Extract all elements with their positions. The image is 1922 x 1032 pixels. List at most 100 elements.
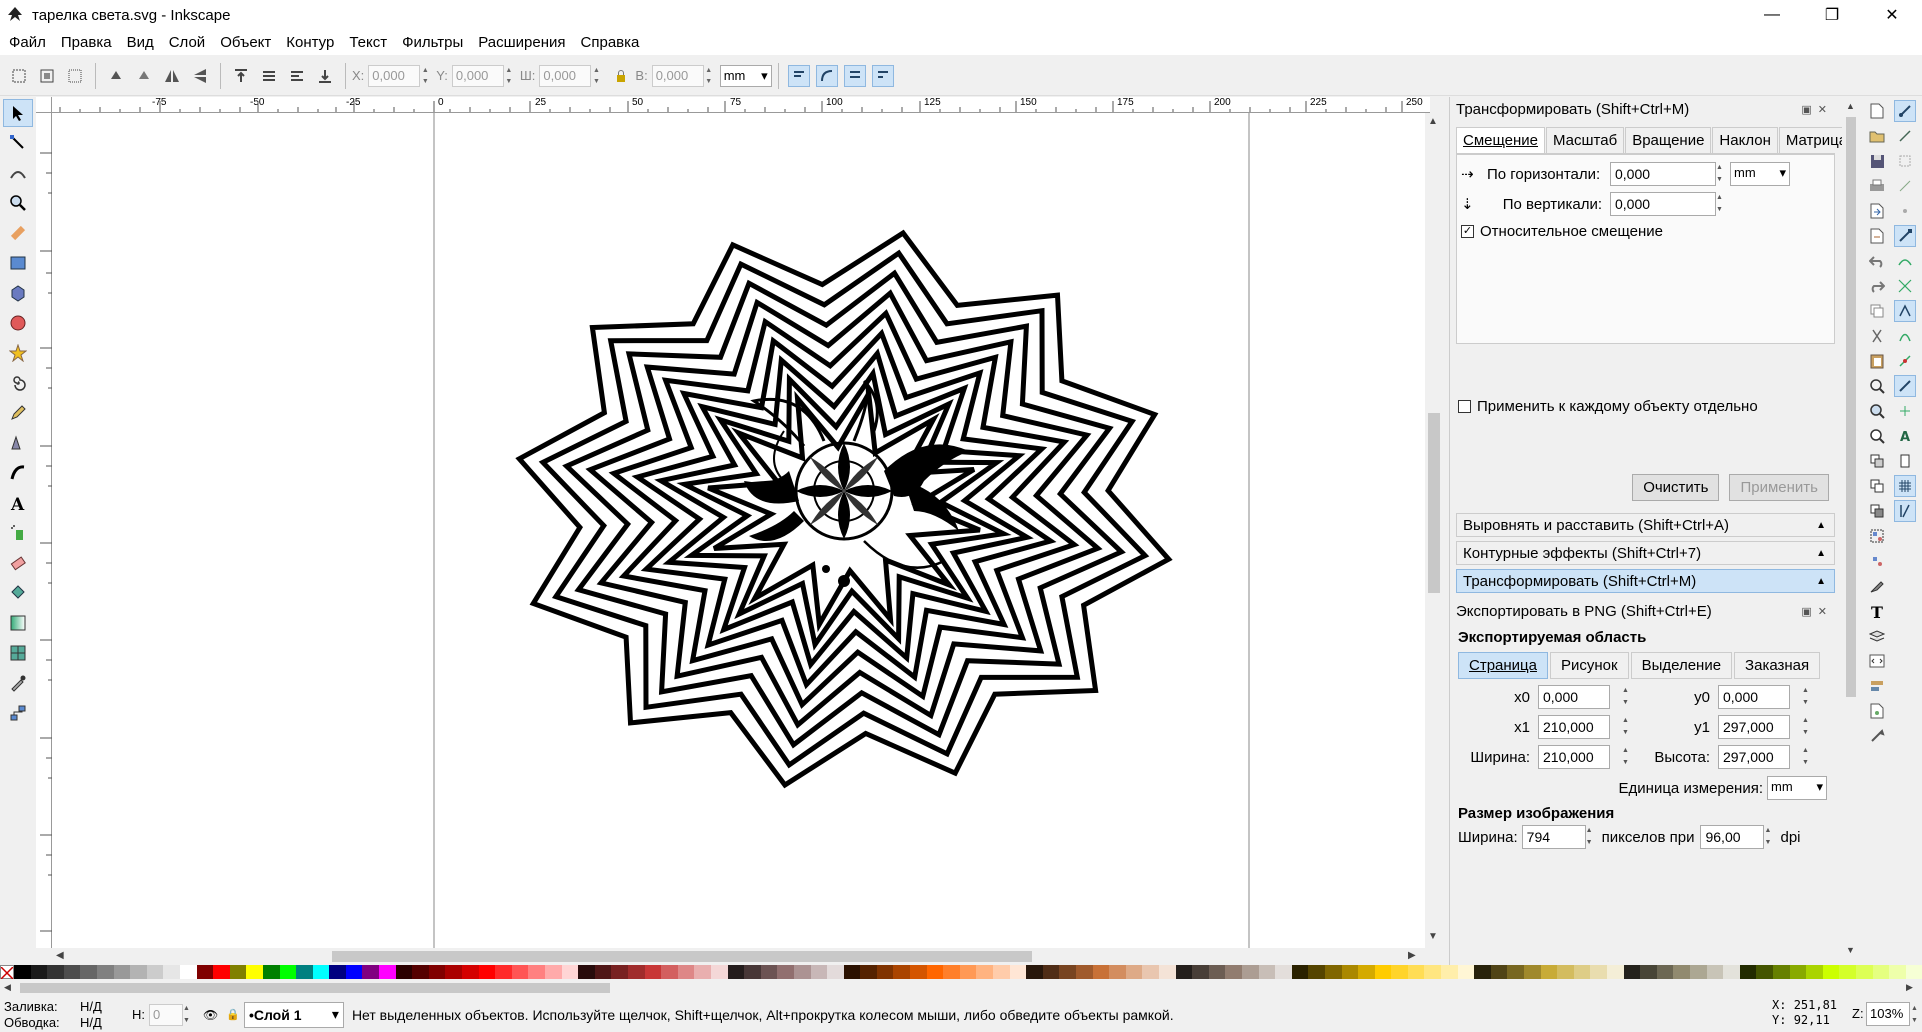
rotate-cw-icon[interactable] [133, 65, 155, 87]
unit-select[interactable]: mm ▾ [719, 64, 772, 87]
eraser-tool-icon[interactable] [3, 549, 33, 577]
color-swatch[interactable] [1142, 965, 1159, 979]
dock-scroll-thumb[interactable] [1846, 117, 1856, 697]
menu-object[interactable]: Объект [211, 34, 277, 51]
color-swatch[interactable] [943, 965, 960, 979]
color-swatch[interactable] [1125, 965, 1143, 979]
color-swatch[interactable] [1739, 965, 1757, 979]
gradient-tool-icon[interactable] [3, 609, 33, 637]
horizontal-input[interactable]: 0,000 [1610, 162, 1716, 186]
raise-to-top-icon[interactable] [230, 65, 252, 87]
color-swatch[interactable] [229, 965, 247, 979]
opacity-input[interactable]: 0 [149, 1003, 183, 1026]
snap-midpoints-icon[interactable] [1894, 350, 1916, 372]
open-icon[interactable] [1866, 125, 1888, 147]
clear-button[interactable]: Очистить [1632, 474, 1720, 501]
color-swatch[interactable] [1059, 965, 1076, 979]
tab-scale[interactable]: Масштаб [1546, 127, 1625, 153]
color-swatch[interactable] [1175, 965, 1193, 979]
color-swatch[interactable] [1358, 965, 1375, 979]
zoom-tool-icon[interactable] [3, 189, 33, 217]
color-swatch[interactable] [1557, 965, 1574, 979]
snap-grid-icon[interactable] [1894, 475, 1916, 497]
color-swatch[interactable] [876, 965, 894, 979]
vertical-scrollbar[interactable]: ▲ ▼ [1425, 113, 1443, 948]
color-swatch[interactable] [1208, 965, 1226, 979]
color-swatch[interactable] [1806, 965, 1823, 979]
color-swatch[interactable] [528, 965, 545, 979]
lock-icon[interactable] [610, 65, 632, 87]
color-swatch[interactable] [462, 965, 479, 979]
save-icon[interactable] [1866, 150, 1888, 172]
color-swatch[interactable] [113, 965, 131, 979]
minimize-button[interactable]: — [1742, 0, 1802, 30]
duplicate-icon[interactable] [1866, 450, 1888, 472]
vertical-stepper[interactable]: ▲ ▼ [1716, 192, 1726, 216]
color-swatch[interactable] [1490, 965, 1508, 979]
color-swatch[interactable] [777, 965, 794, 979]
spiral-tool-icon[interactable] [3, 369, 33, 397]
new-document-icon[interactable] [1866, 100, 1888, 122]
panel-controls-icon[interactable]: ▣✕ [1801, 103, 1833, 116]
color-swatch[interactable] [827, 965, 844, 979]
color-swatch[interactable] [1474, 965, 1491, 979]
pen-tool-icon[interactable] [3, 429, 33, 457]
export-width-input[interactable]: 210,000 [1538, 745, 1610, 769]
color-swatch[interactable] [1723, 965, 1740, 979]
color-swatch[interactable] [296, 965, 313, 979]
color-swatch[interactable] [345, 965, 363, 979]
scroll-up-icon[interactable]: ▲ [1428, 116, 1438, 127]
color-swatch[interactable] [96, 965, 114, 979]
import-icon[interactable] [1866, 200, 1888, 222]
pencil-tool-icon[interactable] [3, 399, 33, 427]
cut-icon[interactable] [1866, 325, 1888, 347]
color-swatch[interactable] [993, 965, 1010, 979]
x0-input[interactable]: 0,000 [1538, 685, 1610, 709]
color-swatch[interactable] [1009, 965, 1027, 979]
selector-tool-icon[interactable] [3, 99, 33, 127]
star-tool-icon[interactable] [3, 339, 33, 367]
dropper-tool-icon[interactable] [3, 669, 33, 697]
group-icon[interactable] [1866, 525, 1888, 547]
menu-help[interactable]: Справка [572, 34, 646, 51]
vertical-ruler[interactable] [36, 113, 52, 948]
deselect-icon[interactable] [64, 65, 86, 87]
color-swatch[interactable] [80, 965, 97, 979]
color-swatch[interactable] [30, 965, 48, 979]
color-swatch[interactable] [1258, 965, 1276, 979]
relative-move-checkbox[interactable]: ✓ [1461, 224, 1474, 238]
color-swatch[interactable] [644, 965, 662, 979]
color-swatch[interactable] [1839, 965, 1856, 979]
snap-bbox-corner-icon[interactable] [1894, 175, 1916, 197]
zoom-input[interactable]: 103% [1866, 1002, 1910, 1026]
color-swatch[interactable] [1225, 965, 1242, 979]
color-swatch[interactable] [710, 965, 728, 979]
horizontal-ruler[interactable]: -75 -50 -25 0 25 50 75 100 125 150 175 2… [40, 97, 1430, 113]
color-swatch[interactable] [1640, 965, 1657, 979]
unlink-clone-icon[interactable] [1866, 500, 1888, 522]
color-swatch[interactable] [1607, 965, 1624, 979]
node-tool-icon[interactable] [3, 129, 33, 157]
color-swatch[interactable] [1524, 965, 1541, 979]
menu-extensions[interactable]: Расширения [469, 34, 571, 51]
color-swatch[interactable] [1241, 965, 1259, 979]
color-swatch[interactable] [627, 965, 645, 979]
color-swatch[interactable] [1457, 965, 1475, 979]
color-swatch[interactable] [1092, 965, 1110, 979]
scroll-left-icon[interactable]: ◀ [56, 950, 64, 961]
snap-text-baseline-icon[interactable]: A [1894, 425, 1916, 447]
transform-patterns-icon[interactable] [871, 64, 894, 87]
color-swatch[interactable] [63, 965, 81, 979]
color-swatch[interactable] [1872, 965, 1890, 979]
y-stepper[interactable]: ▲ ▼ [504, 65, 514, 87]
color-swatch[interactable] [1324, 965, 1342, 979]
color-swatch[interactable] [561, 965, 579, 979]
lock-icon[interactable]: 🔒 [226, 1008, 240, 1021]
preferences-icon[interactable] [1866, 725, 1888, 747]
mesh-tool-icon[interactable] [3, 639, 33, 667]
drawing-canvas[interactable] [52, 113, 1425, 948]
menu-text[interactable]: Текст [340, 34, 393, 51]
lower-to-bottom-icon[interactable] [314, 65, 336, 87]
export-height-stepper[interactable]: ▲ ▼ [1802, 745, 1812, 769]
color-swatch[interactable] [1772, 965, 1790, 979]
